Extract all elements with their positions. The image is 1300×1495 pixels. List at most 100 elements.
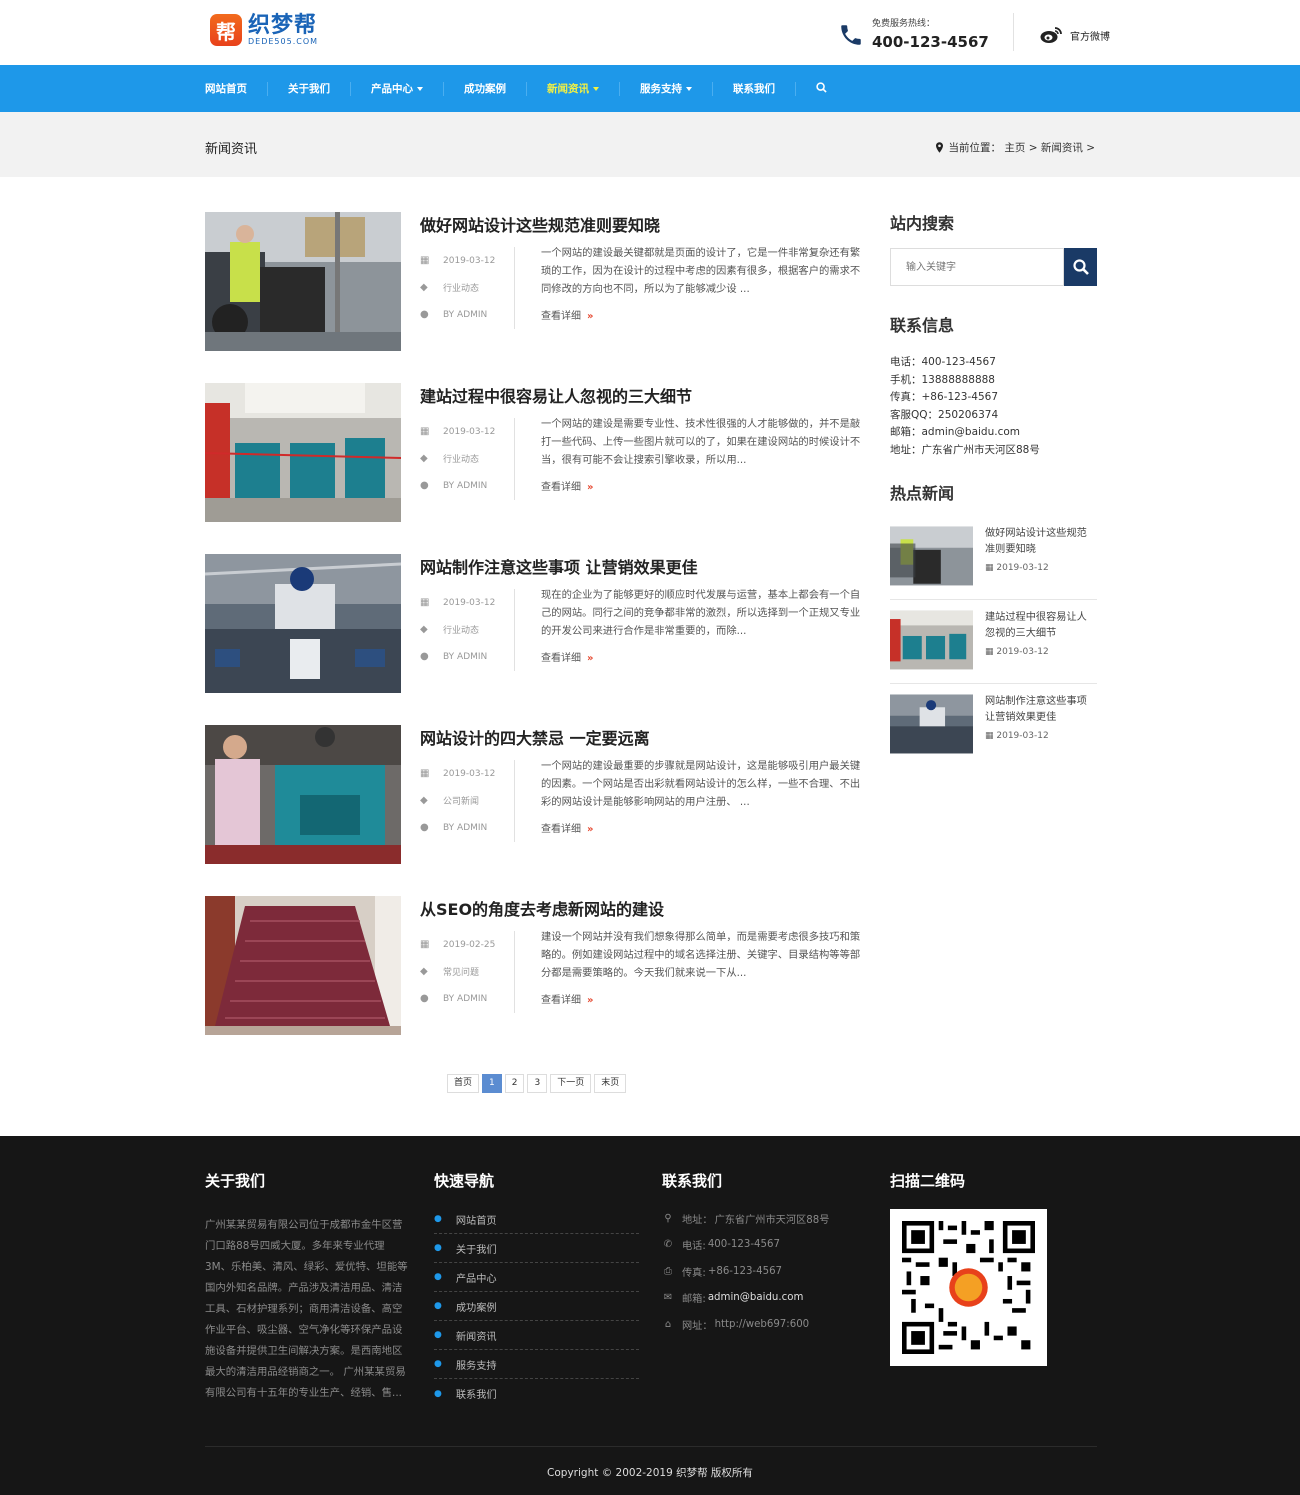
- article-category[interactable]: 行业动态: [443, 452, 479, 465]
- caret-down-icon: [417, 87, 423, 91]
- article-author: BY ADMIN: [443, 480, 488, 491]
- logo-domain: DEDE505.COM: [248, 36, 319, 46]
- pager-last[interactable]: 末页: [594, 1074, 627, 1093]
- search-input[interactable]: [890, 248, 1064, 286]
- article-category[interactable]: 常见问题: [443, 965, 479, 978]
- nav-item-news[interactable]: 新闻资讯: [547, 81, 599, 96]
- nav-item-home[interactable]: 网站首页: [205, 81, 247, 96]
- user-icon: ●: [420, 993, 429, 1004]
- footer-nav-item[interactable]: ● 服务支持: [434, 1350, 639, 1379]
- hot-news-link[interactable]: 建站过程中很容易让人忽视的三大细节: [985, 610, 1097, 642]
- article-title[interactable]: 做好网站设计这些规范准则要知晓: [420, 212, 660, 236]
- footer-nav-item[interactable]: ● 关于我们: [434, 1234, 639, 1263]
- article-thumbnail[interactable]: [205, 725, 401, 864]
- calendar-icon: ▦: [420, 939, 430, 950]
- article-date: 2019-03-12: [443, 597, 496, 608]
- weibo-link[interactable]: 官方微博: [1040, 26, 1110, 44]
- copyright: Copyright © 2002-2019 织梦帮 版权所有: [547, 1467, 753, 1479]
- nav-item-news-label: 新闻资讯: [547, 83, 589, 95]
- read-more-link[interactable]: 查看详细»: [541, 307, 593, 322]
- read-more-link[interactable]: 查看详细»: [541, 478, 593, 493]
- article-thumbnail[interactable]: [205, 896, 401, 1035]
- article-title[interactable]: 从SEO的角度去考虑新网站的建设: [420, 896, 664, 920]
- article-date: 2019-03-12: [443, 255, 496, 266]
- hot-news-link[interactable]: 网站制作注意这些事项 让营销效果更佳: [985, 694, 1097, 726]
- article-item: 网站设计的四大禁忌 一定要远离 ▦ 2019-03-12 ◆ 公司新闻 ● BY AD…: [205, 725, 860, 896]
- main-nav: 网站首页 关于我们 产品中心 成功案例 新闻资讯 服务支持 联系我们: [0, 65, 1300, 112]
- footer-nav-item[interactable]: ● 成功案例: [434, 1292, 639, 1321]
- double-chevron-right-icon: »: [587, 653, 594, 664]
- nav-item-contact[interactable]: 联系我们: [733, 81, 775, 96]
- article-title[interactable]: 网站设计的四大禁忌 一定要远离: [420, 725, 650, 749]
- hot-news-item[interactable]: 做好网站设计这些规范准则要知晓 ▦ 2019-03-12: [890, 516, 1097, 600]
- hot-news-thumbnail[interactable]: [890, 526, 973, 586]
- tag-icon: ◆: [420, 795, 428, 806]
- article-title[interactable]: 建站过程中很容易让人忽视的三大细节: [420, 383, 692, 407]
- droplet-icon: ●: [434, 1214, 442, 1224]
- nav-separator: [795, 81, 796, 96]
- footer-nav-item[interactable]: ● 联系我们: [434, 1379, 639, 1408]
- header-divider: [1013, 13, 1014, 51]
- pager-page[interactable]: 3: [527, 1074, 548, 1093]
- droplet-icon: ●: [434, 1243, 442, 1253]
- footer-nav-item[interactable]: ● 产品中心: [434, 1263, 639, 1292]
- nav-item-cases[interactable]: 成功案例: [464, 81, 506, 96]
- pager-page-current[interactable]: 1: [482, 1074, 502, 1093]
- article-excerpt: 一个网站的建设最关键都就是页面的设计了，它是一件非常复杂还有繁琐的工作，因为在设…: [541, 247, 861, 295]
- calendar-icon: ▦: [420, 426, 430, 437]
- article-thumbnail[interactable]: [205, 383, 401, 522]
- footer-qr: 扫描二维码: [890, 1170, 1047, 1366]
- search-button[interactable]: [1064, 248, 1097, 286]
- article-meta: ▦ 2019-02-25 ◆ 常见问题 ● BY ADMIN: [420, 931, 515, 1013]
- article-date: 2019-02-25: [443, 939, 496, 950]
- footer-website-link[interactable]: http://web697:600: [715, 1319, 810, 1330]
- droplet-icon: ●: [434, 1359, 442, 1369]
- article-category[interactable]: 行业动态: [443, 281, 479, 294]
- droplet-icon: ●: [434, 1388, 442, 1399]
- contact-title: 联系信息: [890, 316, 955, 335]
- weibo-label: 官方微博: [1070, 31, 1110, 43]
- article-thumbnail[interactable]: [205, 554, 401, 693]
- footer-qr-title: 扫描二维码: [890, 1172, 966, 1190]
- article-category[interactable]: 公司新闻: [443, 794, 479, 807]
- article-category[interactable]: 行业动态: [443, 623, 479, 636]
- article-thumbnail[interactable]: [205, 212, 401, 351]
- hot-news-thumbnail[interactable]: [890, 610, 973, 670]
- article-excerpt: 一个网站的建设是需要专业性、技术性很强的人才能够做的，并不是敲打一些代码、上传一…: [541, 418, 861, 466]
- footer-nav-item[interactable]: ● 新闻资讯: [434, 1321, 639, 1350]
- search-icon: [1072, 259, 1089, 275]
- nav-item-about[interactable]: 关于我们: [288, 81, 330, 96]
- read-more-link[interactable]: 查看详细»: [541, 991, 593, 1006]
- contact-address: 地址：广东省广州市天河区88号: [890, 443, 1040, 456]
- article-meta: ▦ 2019-03-12 ◆ 行业动态 ● BY ADMIN: [420, 418, 515, 500]
- read-more-link[interactable]: 查看详细»: [541, 820, 593, 835]
- footer-fax: ⎙ 传真: +86-123-4567: [664, 1265, 783, 1279]
- tag-icon: ◆: [420, 453, 428, 464]
- read-more-link[interactable]: 查看详细»: [541, 649, 593, 664]
- nav-item-products[interactable]: 产品中心: [371, 81, 423, 96]
- pager-next[interactable]: 下一页: [550, 1074, 592, 1093]
- double-chevron-right-icon: »: [587, 311, 594, 322]
- hot-news-item[interactable]: 建站过程中很容易让人忽视的三大细节 ▦ 2019-03-12: [890, 600, 1097, 684]
- footer-address: ⚲ 地址： 广东省广州市天河区88号: [662, 1205, 829, 1232]
- article-item: 从SEO的角度去考虑新网站的建设 ▦ 2019-02-25 ◆ 常见问题 ● BY A…: [205, 896, 860, 1067]
- footer-nav-item[interactable]: ● 网站首页: [434, 1205, 639, 1234]
- footer-email-link[interactable]: admin@baidu.com: [708, 1292, 804, 1303]
- article-item: 网站制作注意这些事项 让营销效果更佳 ▦ 2019-03-12 ◆ 行业动态 ● BY…: [205, 554, 860, 725]
- breadcrumb[interactable]: 当前位置： 主页 > 新闻资讯 >: [935, 140, 1095, 155]
- hot-news-item[interactable]: 网站制作注意这些事项 让营销效果更佳 ▦ 2019-03-12: [890, 684, 1097, 768]
- footer-about-title: 关于我们: [205, 1172, 266, 1190]
- printer-icon: ⎙: [664, 1265, 672, 1277]
- hot-news-link[interactable]: 做好网站设计这些规范准则要知晓: [985, 526, 1097, 558]
- nav-search-button[interactable]: [816, 81, 827, 96]
- site-footer: 关于我们 广州某某贸易有限公司位于成都市金牛区营门口路88号四威大厦。多年来专业…: [0, 1136, 1300, 1495]
- site-search: [890, 248, 1097, 286]
- hot-news-thumbnail[interactable]: [890, 694, 973, 754]
- pager-first[interactable]: 首页: [447, 1074, 480, 1093]
- nav-item-service[interactable]: 服务支持: [640, 81, 692, 96]
- calendar-icon: ▦: [420, 597, 430, 608]
- pager-page[interactable]: 2: [504, 1074, 525, 1093]
- site-logo[interactable]: 帮 织梦帮 DEDE505.COM: [210, 14, 318, 46]
- user-icon: ●: [420, 651, 429, 662]
- article-title[interactable]: 网站制作注意这些事项 让营销效果更佳: [420, 554, 698, 578]
